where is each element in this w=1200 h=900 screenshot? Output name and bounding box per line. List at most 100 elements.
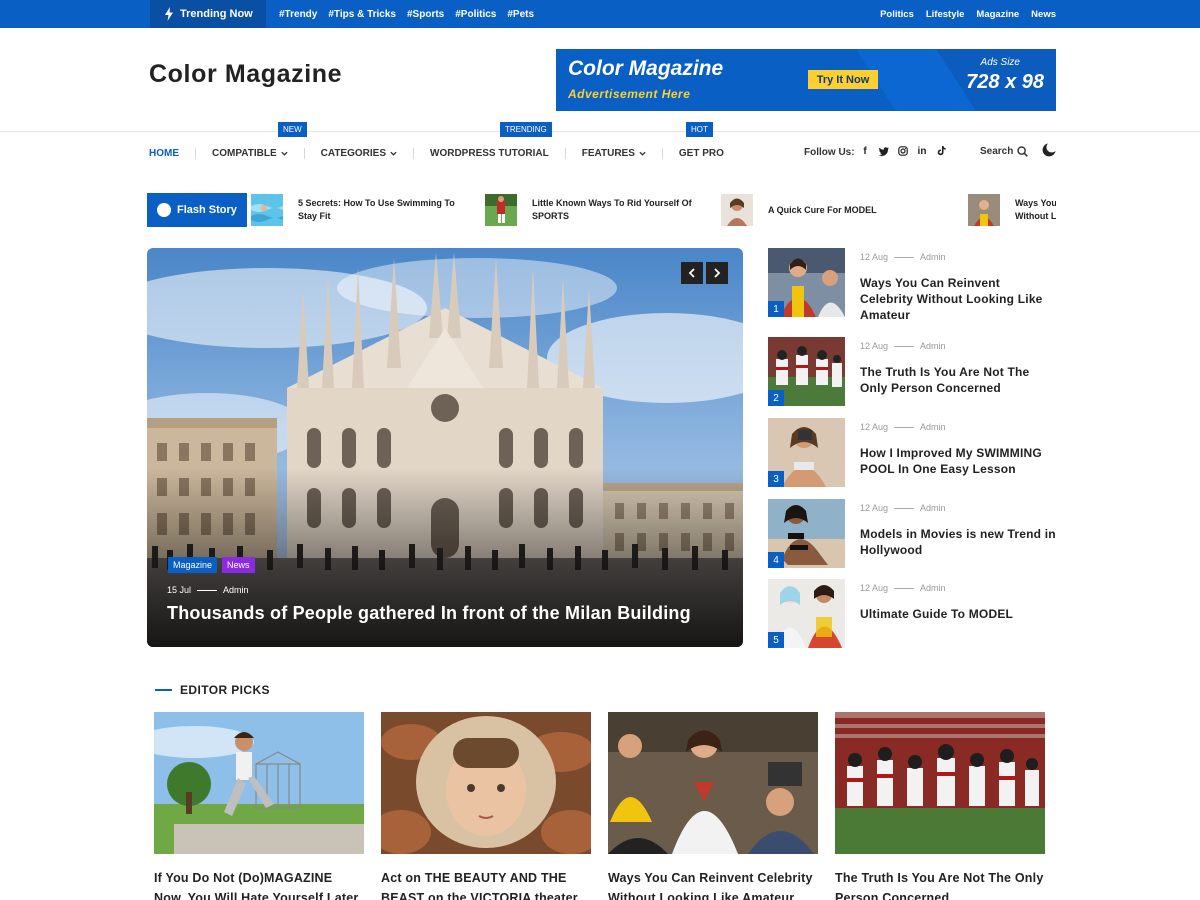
hero-title[interactable]: Thousands of People gathered In front of…: [167, 603, 691, 624]
top-link-lifestyle[interactable]: Lifestyle: [926, 9, 965, 20]
side-meta: 12 Aug Admin: [860, 583, 946, 593]
editor-pick-image: [154, 712, 364, 854]
side-thumb: 2: [768, 337, 845, 406]
editor-pick-title[interactable]: If You Do Not (Do)MAGAZINE Now, You Will…: [154, 868, 364, 900]
tiktok-icon[interactable]: [936, 145, 946, 157]
category-badge-news[interactable]: News: [222, 557, 255, 573]
tag-link[interactable]: #Pets: [507, 9, 534, 20]
rank-number: 2: [768, 390, 784, 406]
bolt-icon: [165, 7, 173, 21]
top-bar: Trending Now #Trendy #Tips & Tricks #Spo…: [0, 0, 1200, 28]
editor-pick-title[interactable]: The Truth Is You Are Not The Only Person…: [835, 868, 1045, 900]
nav-item-wordpress-tutorial[interactable]: WORDPRESS TUTORIAL: [430, 148, 549, 159]
side-meta: 12 Aug Admin: [860, 503, 946, 513]
site-logo[interactable]: Color Magazine: [149, 60, 342, 89]
hero-slider[interactable]: Magazine News 15 Jul Admin Thousands of …: [147, 248, 743, 647]
side-thumb: 4: [768, 499, 845, 568]
rank-number: 3: [768, 471, 784, 487]
hero-meta: 15 Jul Admin: [167, 585, 249, 595]
ad-try-button[interactable]: Try It Now: [808, 70, 878, 89]
flash-dot-icon: [157, 203, 171, 217]
rank-number: 4: [768, 552, 784, 568]
nav-separator: [413, 147, 415, 159]
side-meta: 12 Aug Admin: [860, 422, 946, 432]
editor-pick-card[interactable]: Ways You Can Reinvent Celebrity Without …: [608, 712, 818, 900]
search-icon: [1017, 146, 1029, 157]
tag-link[interactable]: #Sports: [407, 9, 444, 20]
top-link-news[interactable]: News: [1031, 9, 1056, 20]
instagram-icon[interactable]: [898, 145, 908, 157]
nav-separator: [661, 147, 663, 159]
side-meta: 12 Aug Admin: [860, 252, 946, 262]
editor-pick-card[interactable]: Act on THE BEAUTY AND THE BEAST on the V…: [381, 712, 591, 900]
flash-item[interactable]: A Quick Cure For MODEL: [721, 193, 938, 227]
editor-pick-image: [835, 712, 1045, 854]
editor-pick-card[interactable]: The Truth Is You Are Not The Only Person…: [835, 712, 1045, 900]
chevron-left-icon: [688, 268, 695, 278]
nav-item-features[interactable]: FEATURES: [582, 148, 646, 159]
facebook-icon[interactable]: f: [860, 145, 870, 157]
nav-badge-new: NEW: [278, 122, 307, 137]
nav-badge-trending: TRENDING: [500, 122, 552, 137]
linkedin-icon[interactable]: in: [917, 145, 927, 157]
flash-story-label: Flash Story: [147, 193, 247, 227]
tag-link[interactable]: #Politics: [455, 9, 496, 20]
side-title[interactable]: Ways You Can Reinvent Celebrity Without …: [860, 275, 1056, 323]
chevron-down-icon: [639, 151, 646, 156]
nav-item-home[interactable]: HOME: [149, 148, 179, 159]
ad-size-label: Ads Size: [980, 57, 1020, 68]
side-title[interactable]: Ultimate Guide To MODEL: [860, 606, 1056, 622]
side-thumb: 1: [768, 248, 845, 317]
side-meta: 12 Aug Admin: [860, 341, 946, 351]
tag-link[interactable]: #Tips & Tricks: [328, 9, 396, 20]
flash-item[interactable]: 5 Secrets: How To Use Swimming To Stay F…: [251, 193, 468, 227]
editor-pick-title[interactable]: Act on THE BEAUTY AND THE BEAST on the V…: [381, 868, 591, 900]
rank-number: 1: [768, 301, 784, 317]
social-links: f in: [860, 145, 946, 157]
side-title[interactable]: Models in Movies is new Trend in Hollywo…: [860, 526, 1056, 558]
ad-banner[interactable]: Color Magazine Advertisement Here Try It…: [556, 49, 1056, 111]
top-link-magazine[interactable]: Magazine: [976, 9, 1019, 20]
flash-thumb-swimming: [251, 194, 283, 226]
hero-categories: Magazine News: [168, 557, 255, 573]
trending-tags: #Trendy #Tips & Tricks #Sports #Politics…: [279, 0, 534, 28]
nav-item-compatible[interactable]: COMPATIBLE: [212, 148, 288, 159]
nav-item-categories[interactable]: CATEGORIES: [321, 148, 397, 159]
flash-item[interactable]: Little Known Ways To Rid Yourself Of SPO…: [485, 193, 702, 227]
ad-size: 728 x 98: [966, 71, 1044, 93]
ad-subtitle: Advertisement Here: [568, 87, 691, 101]
search-button[interactable]: Search: [980, 146, 1029, 157]
side-title[interactable]: The Truth Is You Are Not The Only Person…: [860, 364, 1056, 396]
hero-nav: [681, 262, 728, 284]
flash-thumb-celebrity: [968, 194, 1000, 226]
hero-prev-button[interactable]: [681, 262, 703, 284]
ad-title: Color Magazine: [568, 57, 724, 80]
top-link-politics[interactable]: Politics: [880, 9, 914, 20]
side-title[interactable]: How I Improved My SWIMMING POOL In One E…: [860, 445, 1056, 477]
meta-divider: [197, 589, 218, 591]
side-thumb: 5: [768, 579, 845, 648]
trending-now-label: Trending Now: [150, 0, 266, 28]
nav-separator: [195, 147, 196, 159]
editor-pick-title[interactable]: Ways You Can Reinvent Celebrity Without …: [608, 868, 818, 900]
nav-badge-hot: HOT: [686, 122, 713, 137]
flash-item[interactable]: Ways You Can Reinvent Celebrity Without …: [968, 193, 1056, 227]
nav-item-get-pro[interactable]: GET PRO: [679, 148, 724, 159]
nav-separator: [564, 147, 566, 159]
flash-story-ticker: 5 Secrets: How To Use Swimming To Stay F…: [251, 193, 1056, 227]
tag-link[interactable]: #Trendy: [279, 9, 317, 20]
chevron-right-icon: [714, 268, 721, 278]
editor-pick-card[interactable]: If You Do Not (Do)MAGAZINE Now, You Will…: [154, 712, 364, 900]
rank-number: 5: [768, 632, 784, 648]
hero-next-button[interactable]: [706, 262, 728, 284]
chevron-down-icon: [390, 151, 397, 156]
main-nav: HOME COMPATIBLE CATEGORIES WORDPRESS TUT…: [149, 144, 724, 162]
hero-date: 15 Jul: [167, 585, 192, 595]
hero-author[interactable]: Admin: [223, 585, 249, 595]
heading-dash: [155, 689, 172, 691]
twitter-icon[interactable]: [879, 145, 889, 157]
top-links: Politics Lifestyle Magazine News: [880, 0, 1056, 28]
dark-mode-toggle-icon[interactable]: [1042, 143, 1056, 157]
category-badge-magazine[interactable]: Magazine: [168, 557, 218, 573]
editor-picks-heading: EDITOR PICKS: [155, 683, 270, 697]
